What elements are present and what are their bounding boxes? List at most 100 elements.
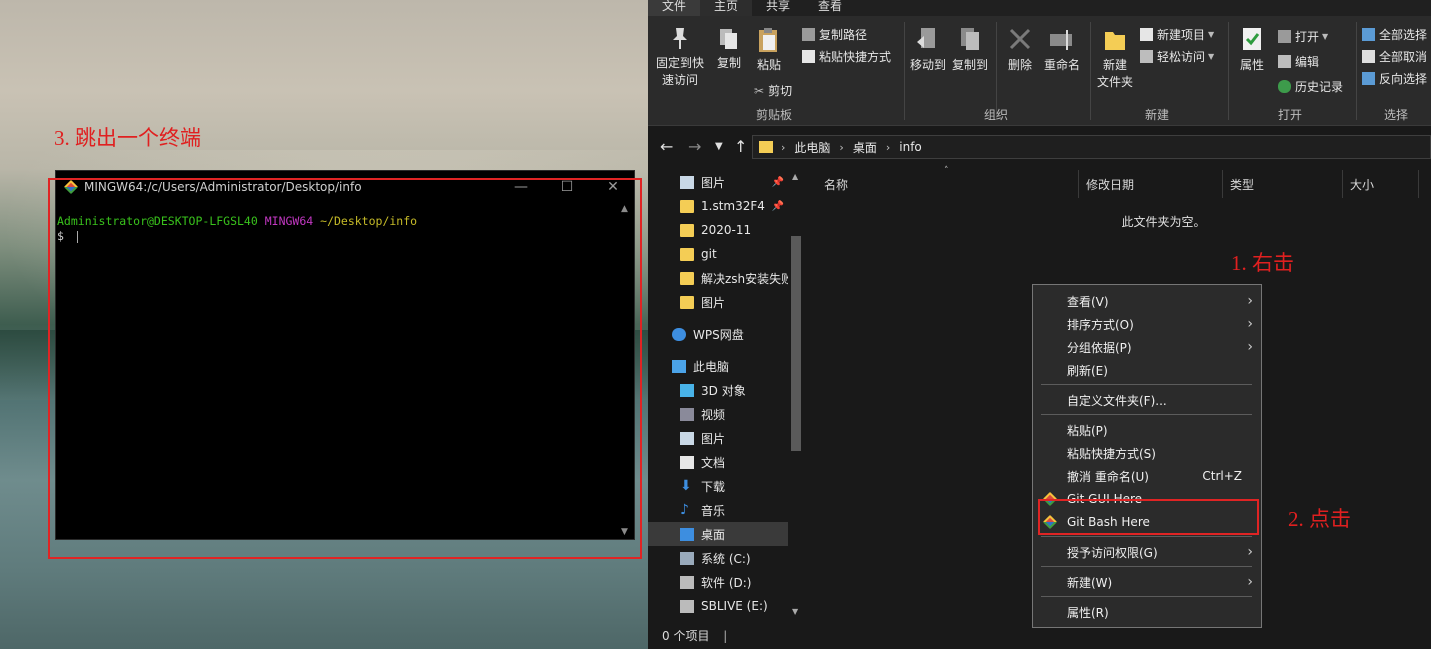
git-icon	[1043, 515, 1057, 529]
nav-item-desktop[interactable]: 桌面	[648, 522, 788, 546]
breadcrumb-this-pc[interactable]: 此电脑	[794, 139, 830, 156]
nav-item-drive-c[interactable]: 系统 (C:)	[648, 546, 788, 570]
document-icon	[680, 455, 694, 469]
nav-item-wps-cloud[interactable]: WPS网盘	[648, 322, 788, 346]
column-divider[interactable]	[1342, 170, 1343, 198]
nav-item-this-pc[interactable]: 此电脑	[648, 354, 788, 378]
tab-file[interactable]: 文件	[648, 0, 701, 16]
terminal-output[interactable]: Administrator@DESKTOP-LFGSL40 MINGW64 ~/…	[56, 202, 634, 244]
menu-separator	[1041, 536, 1252, 537]
terminal-input-line[interactable]: $	[57, 229, 634, 244]
rename-button[interactable]: 重命名	[1042, 26, 1082, 74]
item-count: 0 个项目	[662, 629, 710, 643]
column-divider[interactable]	[1222, 170, 1223, 198]
terminal-scrollbar[interactable]: ▲ ▼	[617, 202, 634, 539]
pin-quick-access-button[interactable]: 固定到快 速访问	[654, 26, 706, 89]
music-icon: ♪	[680, 501, 689, 518]
menu-item-paste-shortcut[interactable]: 粘贴快捷方式(S)	[1033, 442, 1261, 464]
close-button[interactable]: ✕	[590, 171, 636, 202]
scroll-up-icon[interactable]: ▲	[621, 204, 628, 214]
nav-item-music[interactable]: ♪ 音乐	[648, 498, 788, 522]
menu-item-new[interactable]: 新建(W) ›	[1033, 571, 1261, 593]
menu-item-properties[interactable]: 属性(R)	[1033, 601, 1261, 623]
breadcrumb-info[interactable]: info	[899, 140, 922, 154]
nav-item-pictures[interactable]: 图片	[648, 290, 788, 314]
scroll-down-icon[interactable]: ▼	[792, 607, 798, 616]
back-arrow-icon[interactable]: ←	[660, 137, 673, 156]
nav-label: 文档	[701, 455, 726, 470]
new-item-button[interactable]: 新建项目 ▼	[1140, 26, 1214, 43]
menu-item-paste[interactable]: 粘贴(P)	[1033, 419, 1261, 441]
nav-scroll-thumb[interactable]	[791, 236, 801, 451]
chevron-right-icon: ›	[781, 140, 786, 154]
address-bar[interactable]: › 此电脑 › 桌面 › info	[752, 135, 1431, 159]
nav-label: 此电脑	[693, 359, 730, 374]
copy-path-button[interactable]: 复制路径	[802, 26, 867, 43]
paste-shortcut-button[interactable]: 粘贴快捷方式	[802, 48, 891, 65]
copy-button[interactable]: 复制	[714, 26, 744, 72]
properties-button[interactable]: 属性	[1234, 26, 1270, 74]
nav-item-pictures-library[interactable]: 图片	[648, 426, 788, 450]
menu-item-refresh[interactable]: 刷新(E)	[1033, 359, 1261, 381]
breadcrumb-desktop[interactable]: 桌面	[853, 139, 877, 156]
nav-item-2020-11[interactable]: 2020-11	[648, 218, 788, 242]
nav-item-3d-objects[interactable]: 3D 对象	[648, 378, 788, 402]
history-button[interactable]: 历史记录	[1278, 78, 1343, 95]
easy-access-button[interactable]: 轻松访问 ▼	[1140, 48, 1214, 65]
tab-share[interactable]: 共享	[752, 0, 804, 16]
select-none-button[interactable]: 全部取消	[1362, 48, 1427, 65]
move-to-button[interactable]: 移动到	[908, 26, 948, 74]
nav-item-pictures-pinned[interactable]: 图片 📌	[648, 170, 788, 194]
recent-locations-chevron-icon[interactable]: ▼	[715, 141, 723, 152]
edit-button[interactable]: 编辑	[1278, 53, 1319, 70]
new-folder-button[interactable]: 新建 文件夹	[1094, 26, 1136, 91]
column-divider[interactable]	[1078, 170, 1079, 198]
column-date-modified[interactable]: 修改日期	[1086, 176, 1134, 193]
nav-label: 下载	[701, 479, 726, 494]
menu-item-give-access[interactable]: 授予访问权限(G) ›	[1033, 541, 1261, 563]
column-size[interactable]: 大小	[1350, 176, 1374, 193]
scroll-down-icon[interactable]: ▼	[621, 527, 628, 537]
nav-item-stm32f4[interactable]: 1.stm32F4 📌	[648, 194, 788, 218]
nav-item-drive-e[interactable]: SBLIVE (E:)	[648, 594, 788, 618]
menu-item-label: Git Bash Here	[1067, 515, 1150, 529]
annotation-step1: 1. 右击	[1231, 251, 1294, 275]
tab-home[interactable]: 主页	[700, 0, 753, 16]
tab-view[interactable]: 查看	[804, 0, 856, 16]
scroll-up-icon[interactable]: ▲	[792, 172, 798, 181]
nav-item-git[interactable]: git	[648, 242, 788, 266]
paste-button[interactable]: 粘贴	[754, 26, 784, 74]
nav-item-drive-d[interactable]: 软件 (D:)	[648, 570, 788, 594]
up-arrow-icon[interactable]: ↑	[734, 137, 747, 156]
open-button[interactable]: 打开 ▼	[1278, 28, 1328, 45]
minimize-button[interactable]: —	[498, 171, 544, 202]
menu-item-label: Git GUI Here	[1067, 492, 1143, 506]
select-all-button[interactable]: 全部选择	[1362, 26, 1427, 43]
delete-button[interactable]: 删除	[1004, 26, 1036, 74]
invert-selection-button[interactable]: 反向选择	[1362, 70, 1427, 87]
pin-icon	[673, 28, 687, 49]
copy-to-button[interactable]: 复制到	[950, 26, 990, 74]
git-bash-terminal[interactable]: MINGW64:/c/Users/Administrator/Desktop/i…	[55, 170, 635, 540]
menu-item-sort-by[interactable]: 排序方式(O) ›	[1033, 313, 1261, 335]
nav-scrollbar[interactable]: ▲ ▼	[788, 170, 804, 618]
menu-item-view[interactable]: 查看(V) ›	[1033, 290, 1261, 312]
column-divider[interactable]	[1418, 170, 1419, 198]
chevron-right-icon: ›	[1247, 544, 1253, 560]
navigation-pane: 图片 📌 1.stm32F4 📌 2020-11 git 解决zsh安装失败 图片 …	[648, 170, 804, 618]
menu-item-customize-folder[interactable]: 自定义文件夹(F)...	[1033, 389, 1261, 411]
cut-button[interactable]: ✂ 剪切	[754, 82, 792, 99]
column-type[interactable]: 类型	[1230, 176, 1254, 193]
menu-item-git-bash-here[interactable]: Git Bash Here	[1033, 511, 1261, 533]
menu-item-label: 新建(W)	[1067, 575, 1113, 590]
nav-item-downloads[interactable]: ⬇ 下载	[648, 474, 788, 498]
column-name[interactable]: 名称	[824, 176, 848, 193]
forward-arrow-icon[interactable]: →	[688, 137, 701, 156]
menu-item-git-gui-here[interactable]: Git GUI Here	[1033, 488, 1261, 510]
maximize-button[interactable]: ☐	[544, 171, 590, 202]
nav-item-zsh-fix[interactable]: 解决zsh安装失败	[648, 266, 788, 290]
nav-item-documents[interactable]: 文档	[648, 450, 788, 474]
nav-item-videos[interactable]: 视频	[648, 402, 788, 426]
menu-item-group-by[interactable]: 分组依据(P) ›	[1033, 336, 1261, 358]
menu-item-undo-rename[interactable]: 撤消 重命名(U) Ctrl+Z	[1033, 465, 1261, 487]
